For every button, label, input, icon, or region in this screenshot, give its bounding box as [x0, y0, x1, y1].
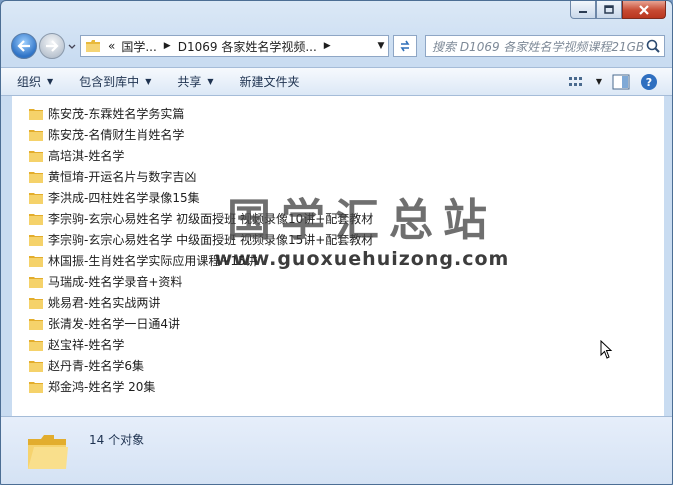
list-item[interactable]: 马瑞成-姓名学录音+资料 — [28, 271, 373, 292]
caret-down-icon: ▼ — [207, 77, 214, 86]
refresh-button[interactable] — [393, 35, 417, 57]
list-item[interactable]: 陈安茂-东霖姓名学务实篇 — [28, 103, 373, 124]
folder-icon — [29, 318, 43, 330]
folder-large-icon — [28, 435, 68, 469]
include-library-menu[interactable]: 包含到库中 ▼ — [79, 73, 161, 90]
folder-icon — [29, 213, 43, 225]
file-pane: 陈安茂-东霖姓名学务实篇 陈安茂-名倩财生肖姓名学 高培淇-姓名学黄恒堉-开运名片与… — [12, 96, 664, 416]
mouse-cursor-icon — [600, 340, 613, 359]
arrow-right-icon — [46, 40, 59, 52]
crumb-overflow[interactable]: « — [105, 39, 118, 53]
list-item[interactable]: 林国振-生肖姓名学实际应用课程+15讲 — [28, 250, 373, 271]
view-options-icon[interactable] — [568, 75, 586, 89]
share-menu[interactable]: 共享 ▼ — [177, 73, 223, 90]
svg-text:?: ? — [646, 76, 652, 89]
folder-name: 赵丹青-姓名学6集 — [48, 359, 144, 373]
arrow-left-icon — [17, 40, 30, 52]
maximize-icon — [604, 5, 614, 14]
help-icon[interactable]: ? — [640, 73, 658, 91]
new-folder-label: 新建文件夹 — [239, 75, 300, 89]
preview-pane-icon[interactable] — [612, 74, 630, 90]
folder-icon — [29, 192, 43, 204]
folder-icon — [29, 171, 43, 183]
close-icon — [639, 4, 649, 15]
search-input[interactable]: 搜索 D1069 各家姓名学视频课程21GB — [426, 38, 644, 55]
details-pane: 14 个对象 — [1, 416, 672, 484]
folder-icon — [86, 40, 100, 52]
crumb-current-folder[interactable]: D1069 各家姓名学视频... — [175, 38, 320, 55]
address-dropdown-icon[interactable]: ▼ — [374, 41, 388, 51]
share-label: 共享 — [177, 75, 202, 89]
folder-name: 陈安茂-东霖姓名学务实篇 — [48, 107, 185, 121]
list-item[interactable]: 姚易君-姓名实战两讲 — [28, 292, 373, 313]
search-icon[interactable] — [644, 38, 664, 54]
refresh-icon — [400, 40, 410, 52]
folder-icon — [29, 129, 43, 141]
folder-icon — [29, 276, 43, 288]
minimize-icon — [579, 10, 587, 13]
address-row: « 国学... ▶ D1069 各家姓名学视频... ▶ ▼ 搜索 D1069 … — [1, 27, 672, 67]
folder-icon — [29, 360, 43, 372]
search-box[interactable]: 搜索 D1069 各家姓名学视频课程21GB — [425, 35, 665, 57]
list-item[interactable]: 高培淇-姓名学 — [28, 145, 373, 166]
folder-icon — [29, 381, 43, 393]
list-item[interactable]: 李宗驹-玄宗心易姓名学 初级面授班 视频录像10讲+配套教材 — [28, 208, 373, 229]
list-item[interactable]: 张清发-姓名学一日通4讲 — [28, 313, 373, 334]
include-library-label: 包含到库中 — [79, 75, 140, 89]
maximize-button[interactable] — [596, 1, 622, 19]
crumb-separator-icon[interactable]: ▶ — [160, 41, 175, 51]
folder-name: 李宗驹-玄宗心易姓名学 初级面授班 视频录像10讲+配套教材 — [48, 212, 374, 226]
back-button[interactable] — [11, 33, 37, 59]
recent-pages-dropdown[interactable] — [67, 41, 77, 51]
folder-name: 高培淇-姓名学 — [48, 149, 125, 163]
list-item[interactable]: 陈安茂-名倩财生肖姓名学 — [28, 124, 373, 145]
folder-icon — [29, 150, 43, 162]
list-item[interactable]: 赵宝祥-姓名学 — [28, 334, 373, 355]
folder-name: 郑金鸿-姓名学 20集 — [48, 380, 156, 394]
crumb-guoxue[interactable]: 国学... — [118, 38, 159, 55]
new-folder-button[interactable]: 新建文件夹 — [240, 73, 310, 90]
minimize-button[interactable] — [570, 1, 596, 19]
chevron-down-icon — [68, 44, 76, 49]
folder-name: 赵宝祥-姓名学 — [48, 338, 125, 352]
folder-icon — [29, 255, 43, 267]
folder-name: 李洪成-四柱姓名学录像15集 — [48, 191, 200, 205]
folder-icon — [29, 234, 43, 246]
caret-down-icon: ▼ — [47, 77, 54, 86]
crumb-separator-icon[interactable]: ▶ — [320, 41, 335, 51]
address-bar[interactable]: « 国学... ▶ D1069 各家姓名学视频... ▶ ▼ — [80, 35, 389, 57]
folder-name: 姚易君-姓名实战两讲 — [48, 296, 161, 310]
folder-name: 李宗驹-玄宗心易姓名学 中级面授班 视频录像15讲+配套教材 — [48, 233, 374, 247]
folder-name: 黄恒堉-开运名片与数字吉凶 — [48, 170, 197, 184]
folder-icon — [29, 297, 43, 309]
view-dropdown-icon[interactable]: ▼ — [596, 77, 602, 86]
list-item[interactable]: 郑金鸿-姓名学 20集 — [28, 376, 373, 397]
item-count: 14 个对象 — [89, 433, 145, 447]
command-bar: 组织 ▼ 包含到库中 ▼ 共享 ▼ 新建文件夹 ▼ ? — [1, 67, 672, 96]
list-item[interactable]: 赵丹青-姓名学6集 — [28, 355, 373, 376]
folder-name: 陈安茂-名倩财生肖姓名学 — [48, 128, 185, 142]
forward-button[interactable] — [39, 33, 65, 59]
folder-name: 林国振-生肖姓名学实际应用课程+15讲 — [48, 254, 258, 268]
folder-icon — [29, 339, 43, 351]
list-item[interactable]: 李宗驹-玄宗心易姓名学 中级面授班 视频录像15讲+配套教材 — [28, 229, 373, 250]
explorer-window: « 国学... ▶ D1069 各家姓名学视频... ▶ ▼ 搜索 D1069 … — [0, 0, 673, 485]
file-list: 陈安茂-东霖姓名学务实篇 陈安茂-名倩财生肖姓名学 高培淇-姓名学黄恒堉-开运名片与… — [28, 103, 373, 397]
list-item[interactable]: 李洪成-四柱姓名学录像15集 — [28, 187, 373, 208]
list-item[interactable]: 黄恒堉-开运名片与数字吉凶 — [28, 166, 373, 187]
folder-name: 马瑞成-姓名学录音+资料 — [48, 275, 183, 289]
view-controls: ▼ ? — [568, 73, 672, 91]
folder-name: 张清发-姓名学一日通4讲 — [48, 317, 180, 331]
organize-menu[interactable]: 组织 ▼ — [17, 73, 63, 90]
close-button[interactable] — [622, 1, 666, 19]
folder-icon — [29, 108, 43, 120]
organize-label: 组织 — [17, 75, 42, 89]
caret-down-icon: ▼ — [145, 77, 152, 86]
caption-buttons — [570, 1, 666, 21]
